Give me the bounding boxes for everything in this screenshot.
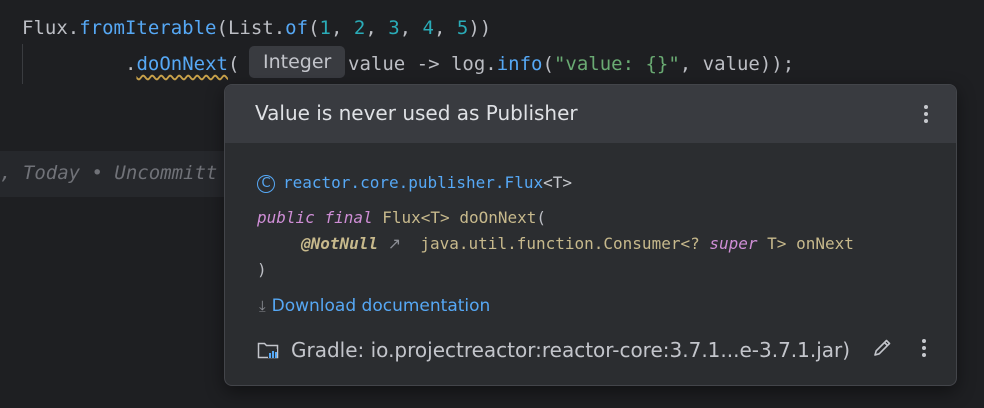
annotation-notnull[interactable]: @NotNull (301, 234, 378, 253)
keyword-final: final (324, 208, 373, 227)
signature-line-2: @NotNull ↗ java.util.function.Consumer<?… (301, 232, 854, 256)
token-dot: . (67, 17, 80, 39)
download-documentation-link[interactable]: ⤓ Download documentation (259, 294, 490, 318)
token-dot: . (273, 17, 286, 39)
code-line-2-end[interactable]: value -> log.info("value: {}", value)); (348, 50, 794, 78)
indent-guide (22, 44, 23, 84)
token-comma: , (399, 17, 423, 39)
library-source-label: Gradle: io.projectreactor:reactor-core:3… (291, 338, 851, 362)
signature-line-1: public final Flux<T> doOnNext( (257, 206, 546, 230)
inlay-type-hint[interactable]: Integer (249, 46, 346, 78)
token-comma: , (434, 17, 457, 39)
method-name: doOnNext (459, 208, 537, 227)
signature-line-3: ) (257, 258, 267, 282)
paren: ( (536, 208, 547, 227)
token-paren: )) (468, 17, 492, 39)
token-dot: . (125, 53, 137, 75)
library-folder-icon (257, 342, 279, 359)
token-number: 2 (353, 17, 366, 39)
token-comma: , (330, 17, 354, 39)
token-number: 1 (319, 17, 331, 39)
inline-blame-annotation: , Today • Uncommitt (0, 162, 218, 184)
class-icon: C (257, 174, 275, 193)
token-lambda: value -> log. (348, 53, 497, 75)
token-string: "value: {}" (553, 53, 680, 75)
keyword-super: super (709, 234, 758, 253)
return-type: Flux<T> (382, 208, 450, 227)
code-line-2-start[interactable]: .doOnNext( (125, 50, 239, 78)
token-paren: ( (542, 53, 554, 75)
token-rest: , value)); (679, 53, 795, 75)
token-paren: ( (216, 17, 228, 39)
footer-more-options-icon[interactable] (913, 335, 935, 361)
param-name: onNext (796, 234, 854, 253)
external-link-arrow-icon[interactable]: ↗ (388, 234, 401, 253)
token-number: 3 (388, 17, 400, 39)
token-of: of (285, 17, 309, 39)
token-list: List (227, 17, 274, 39)
class-reference[interactable]: Creactor.core.publisher.Flux<T> (257, 171, 572, 195)
token-number: 5 (456, 17, 469, 39)
popup-title: Value is never used as Publisher (255, 101, 578, 125)
popup-header: Value is never used as Publisher (225, 85, 956, 143)
download-icon: ⤓ (259, 297, 266, 315)
token-comma: , (365, 17, 389, 39)
paren: ) (257, 260, 267, 279)
token-info: info (496, 53, 543, 75)
token-doOnNext-warning[interactable]: doOnNext (136, 53, 228, 75)
keyword-public: public (257, 208, 315, 227)
edit-pencil-icon[interactable] (871, 337, 893, 359)
token-paren: ( (227, 53, 240, 75)
more-options-icon[interactable] (915, 101, 937, 127)
param-type: java.util.function.Consumer<? (420, 234, 710, 253)
token-fromIterable: fromIterable (79, 17, 217, 39)
token-flux: Flux (22, 17, 68, 39)
quick-documentation-popup[interactable]: Value is never used as Publisher Creacto… (224, 84, 957, 386)
param-type-end: T> (757, 234, 787, 253)
token-number: 4 (422, 17, 434, 39)
class-name[interactable]: reactor.core.publisher.Flux (283, 173, 543, 192)
download-label[interactable]: Download documentation (272, 296, 491, 316)
class-type-param: <T> (543, 173, 572, 192)
code-line-1[interactable]: Flux.fromIterable(List.of(1, 2, 3, 4, 5)… (22, 14, 491, 42)
token-paren: ( (308, 17, 320, 39)
